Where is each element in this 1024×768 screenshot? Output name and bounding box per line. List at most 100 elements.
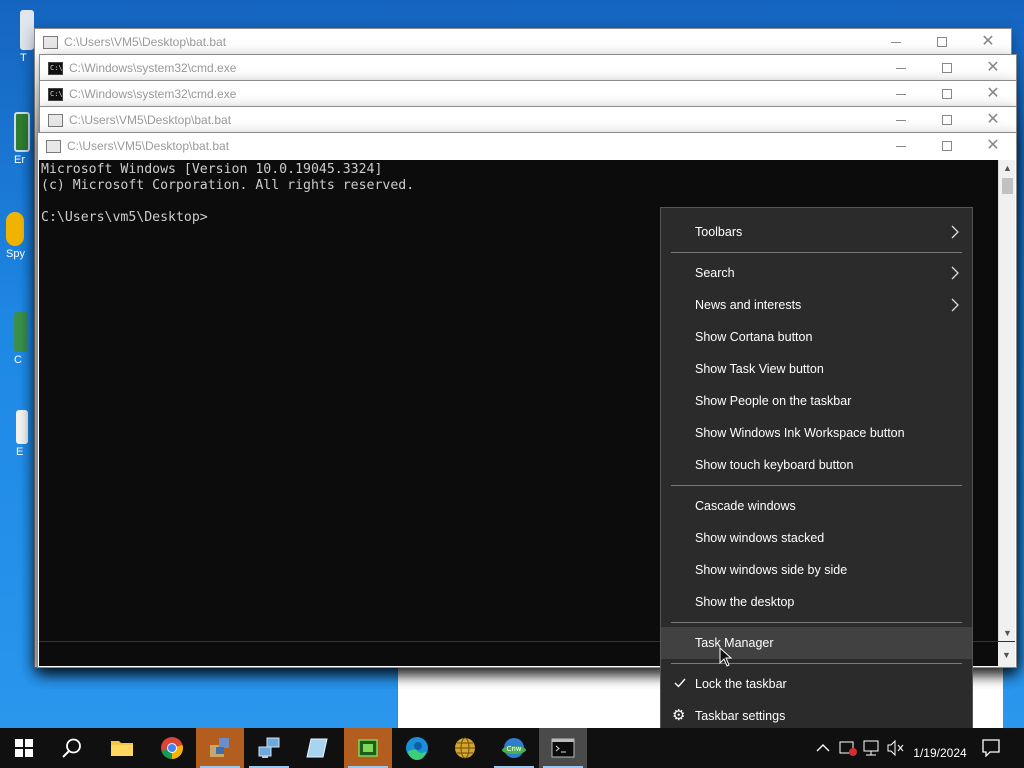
menu-separator: [671, 622, 962, 623]
title-bar[interactable]: C:\Windows\system32\cmd.exe ✕: [40, 55, 1016, 81]
title-bar[interactable]: C:\Windows\system32\cmd.exe ✕: [40, 81, 1016, 107]
desktop-icon-label: C: [14, 354, 22, 366]
menu-item-label: Show Windows Ink Workspace button: [695, 426, 905, 440]
menu-item-label: Task Manager: [695, 636, 774, 650]
window-title: C:\Windows\system32\cmd.exe: [69, 87, 237, 101]
menu-item-show-ink-workspace[interactable]: Show Windows Ink Workspace button: [661, 417, 972, 449]
menu-item-news-and-interests[interactable]: News and interests: [661, 289, 972, 321]
taskbar-app-2[interactable]: [245, 728, 293, 768]
menu-item-label: News and interests: [695, 298, 802, 312]
network-icon[interactable]: [861, 738, 883, 758]
close-button[interactable]: ✕: [970, 133, 1016, 159]
edge-button[interactable]: [393, 728, 441, 768]
console-line: Microsoft Windows [Version 10.0.19045.33…: [41, 162, 383, 177]
network-app-icon: Cnw: [502, 738, 526, 758]
minimize-button[interactable]: [878, 107, 924, 133]
scroll-up-arrow-icon[interactable]: ▲: [999, 160, 1016, 176]
title-bar[interactable]: C:\Users\VM5\Desktop\bat.bat ✕: [40, 107, 1016, 133]
clock-date: 1/19/2024: [913, 746, 967, 760]
menu-item-show-desktop[interactable]: Show the desktop: [661, 586, 972, 618]
desktop-icon-3[interactable]: Spy: [6, 212, 28, 260]
menu-item-label: Search: [695, 266, 735, 280]
scroll-thumb[interactable]: [1002, 178, 1013, 194]
menu-item-windows-stacked[interactable]: Show windows stacked: [661, 522, 972, 554]
globe-icon: [455, 737, 475, 759]
desktop-icon-4[interactable]: C: [14, 312, 36, 366]
vertical-scrollbar[interactable]: ▲ ▼: [998, 160, 1015, 641]
network-computer-icon: [258, 737, 280, 758]
console-prompt: C:\Users\vm5\Desktop>: [41, 210, 208, 225]
security-warning-icon[interactable]: [837, 738, 859, 758]
maximize-button[interactable]: [924, 55, 970, 81]
window-title: C:\Users\VM5\Desktop\bat.bat: [64, 35, 227, 49]
menu-item-lock-taskbar[interactable]: Lock the taskbar: [661, 668, 972, 700]
clock[interactable]: 1/19/2024: [902, 734, 978, 760]
close-button[interactable]: ✕: [970, 81, 1016, 107]
window-title: C:\Windows\system32\cmd.exe: [69, 61, 237, 75]
maximize-button[interactable]: [924, 81, 970, 107]
menu-item-search[interactable]: Search: [661, 257, 972, 289]
taskbar-app-1[interactable]: [196, 728, 244, 768]
menu-item-cascade-windows[interactable]: Cascade windows: [661, 490, 972, 522]
menu-item-show-task-view[interactable]: Show Task View button: [661, 353, 972, 385]
window-icon: [43, 35, 58, 49]
close-button[interactable]: ✕: [970, 107, 1016, 133]
menu-item-show-cortana[interactable]: Show Cortana button: [661, 321, 972, 353]
menu-item-label: Toolbars: [695, 225, 743, 239]
close-button[interactable]: ✕: [970, 55, 1016, 81]
cmd-icon: [551, 738, 575, 758]
menu-item-task-manager[interactable]: Task Manager: [661, 627, 972, 659]
start-button[interactable]: [0, 728, 48, 768]
taskbar: Cnw 1/19/2024: [0, 728, 1024, 768]
app-icon: [14, 312, 28, 352]
title-bar[interactable]: C:\Users\VM5\Desktop\bat.bat ✕: [38, 133, 1016, 159]
title-bar[interactable]: C:\Users\VM5\Desktop\bat.bat ✕: [35, 29, 1011, 55]
system-tray: [813, 728, 907, 768]
minimize-button[interactable]: [878, 55, 924, 81]
notification-icon: [982, 739, 1000, 757]
chrome-icon: [161, 737, 183, 759]
taskbar-app-3[interactable]: [294, 728, 342, 768]
chip-icon: [358, 739, 378, 757]
menu-item-label: Show the desktop: [695, 595, 795, 609]
maximize-button[interactable]: [924, 133, 970, 159]
scroll-down-arrow-icon[interactable]: ▼: [998, 642, 1015, 667]
chevron-right-icon: [951, 266, 959, 280]
window-icon: [46, 139, 61, 153]
maximize-button[interactable]: [919, 29, 965, 55]
menu-item-label: Show People on the taskbar: [695, 394, 852, 408]
minimize-button[interactable]: [878, 81, 924, 107]
menu-item-toolbars[interactable]: Toolbars: [661, 216, 972, 248]
cmd-icon: [48, 61, 63, 75]
console-line: (c) Microsoft Corporation. All rights re…: [41, 178, 415, 193]
action-center-button[interactable]: [969, 728, 1013, 768]
taskbar-app-6[interactable]: Cnw: [490, 728, 538, 768]
cmd-taskbar-button[interactable]: [539, 728, 587, 768]
menu-item-windows-side-by-side[interactable]: Show windows side by side: [661, 554, 972, 586]
search-button[interactable]: [48, 728, 96, 768]
desktop-icon-label: Er: [14, 154, 25, 166]
app-icon: [14, 112, 30, 152]
chrome-button[interactable]: [148, 728, 196, 768]
desktop-icon-2[interactable]: Er: [14, 112, 36, 166]
taskbar-app-4[interactable]: [344, 728, 392, 768]
menu-item-show-touch-keyboard[interactable]: Show touch keyboard button: [661, 449, 972, 481]
window-icon: [48, 113, 63, 127]
menu-separator: [671, 252, 962, 253]
taskbar-app-5[interactable]: [441, 728, 489, 768]
minimize-button[interactable]: [873, 29, 919, 55]
spy-icon: [6, 212, 24, 246]
taskbar-context-menu: Toolbars Search News and interests Show …: [660, 207, 973, 740]
menu-separator: [671, 663, 962, 664]
close-button[interactable]: ✕: [965, 29, 1011, 55]
minimize-button[interactable]: [878, 133, 924, 159]
chevron-right-icon: [951, 225, 959, 239]
maximize-button[interactable]: [924, 107, 970, 133]
scroll-down-arrow-icon[interactable]: ▼: [999, 625, 1016, 641]
menu-item-show-people[interactable]: Show People on the taskbar: [661, 385, 972, 417]
chevron-up-icon[interactable]: [813, 738, 833, 758]
menu-item-label: Show touch keyboard button: [695, 458, 854, 472]
menu-item-label: Taskbar settings: [695, 709, 786, 723]
windows-logo-icon: [15, 739, 33, 757]
file-explorer-button[interactable]: [98, 728, 146, 768]
